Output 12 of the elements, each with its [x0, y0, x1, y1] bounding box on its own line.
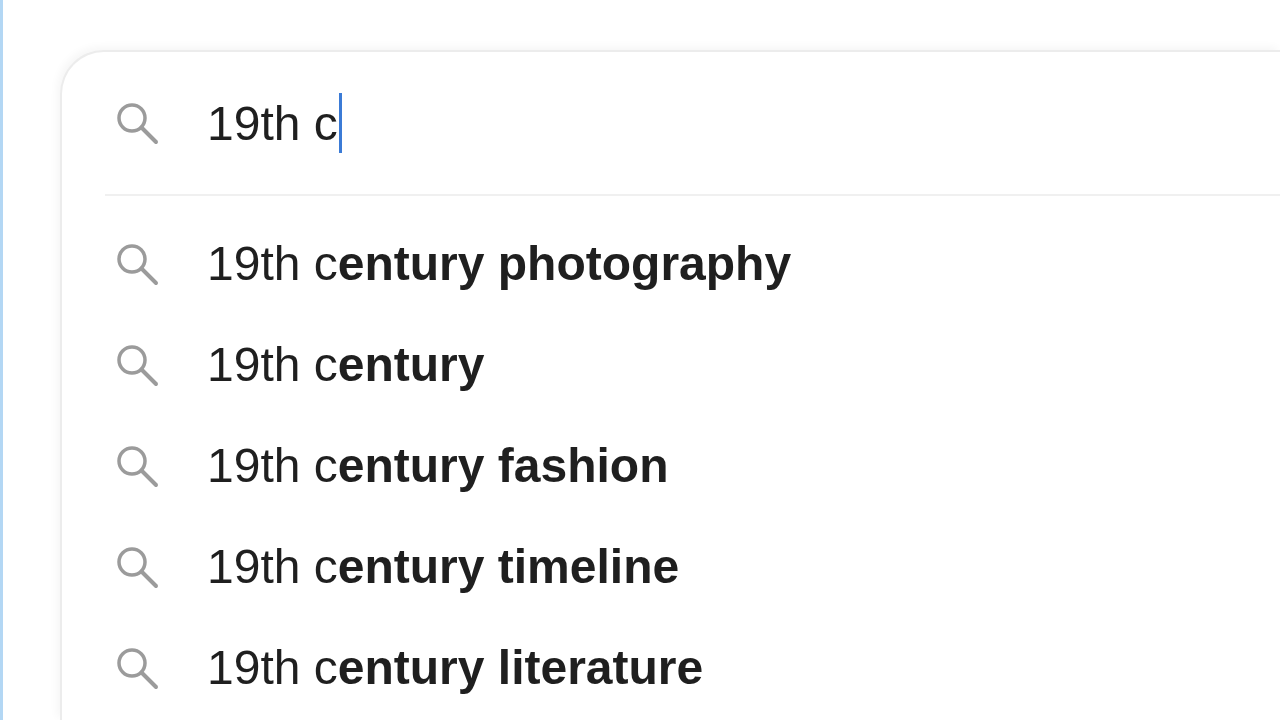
search-icon — [115, 443, 159, 488]
suggestion-item[interactable]: 19th century photography — [115, 213, 792, 314]
suggestion-item[interactable]: 19th century — [115, 314, 485, 415]
search-icon — [115, 241, 159, 286]
suggestion-item[interactable]: 19th century fashion — [115, 415, 669, 516]
suggestion-item[interactable]: 19th century timeline — [115, 516, 680, 617]
search-icon — [115, 544, 159, 589]
search-icon — [115, 101, 159, 145]
search-icon — [115, 645, 159, 690]
suggestion-item[interactable]: 19th century literature — [115, 617, 704, 718]
search-field[interactable]: 19th c — [62, 52, 1280, 194]
search-icon — [115, 342, 159, 387]
